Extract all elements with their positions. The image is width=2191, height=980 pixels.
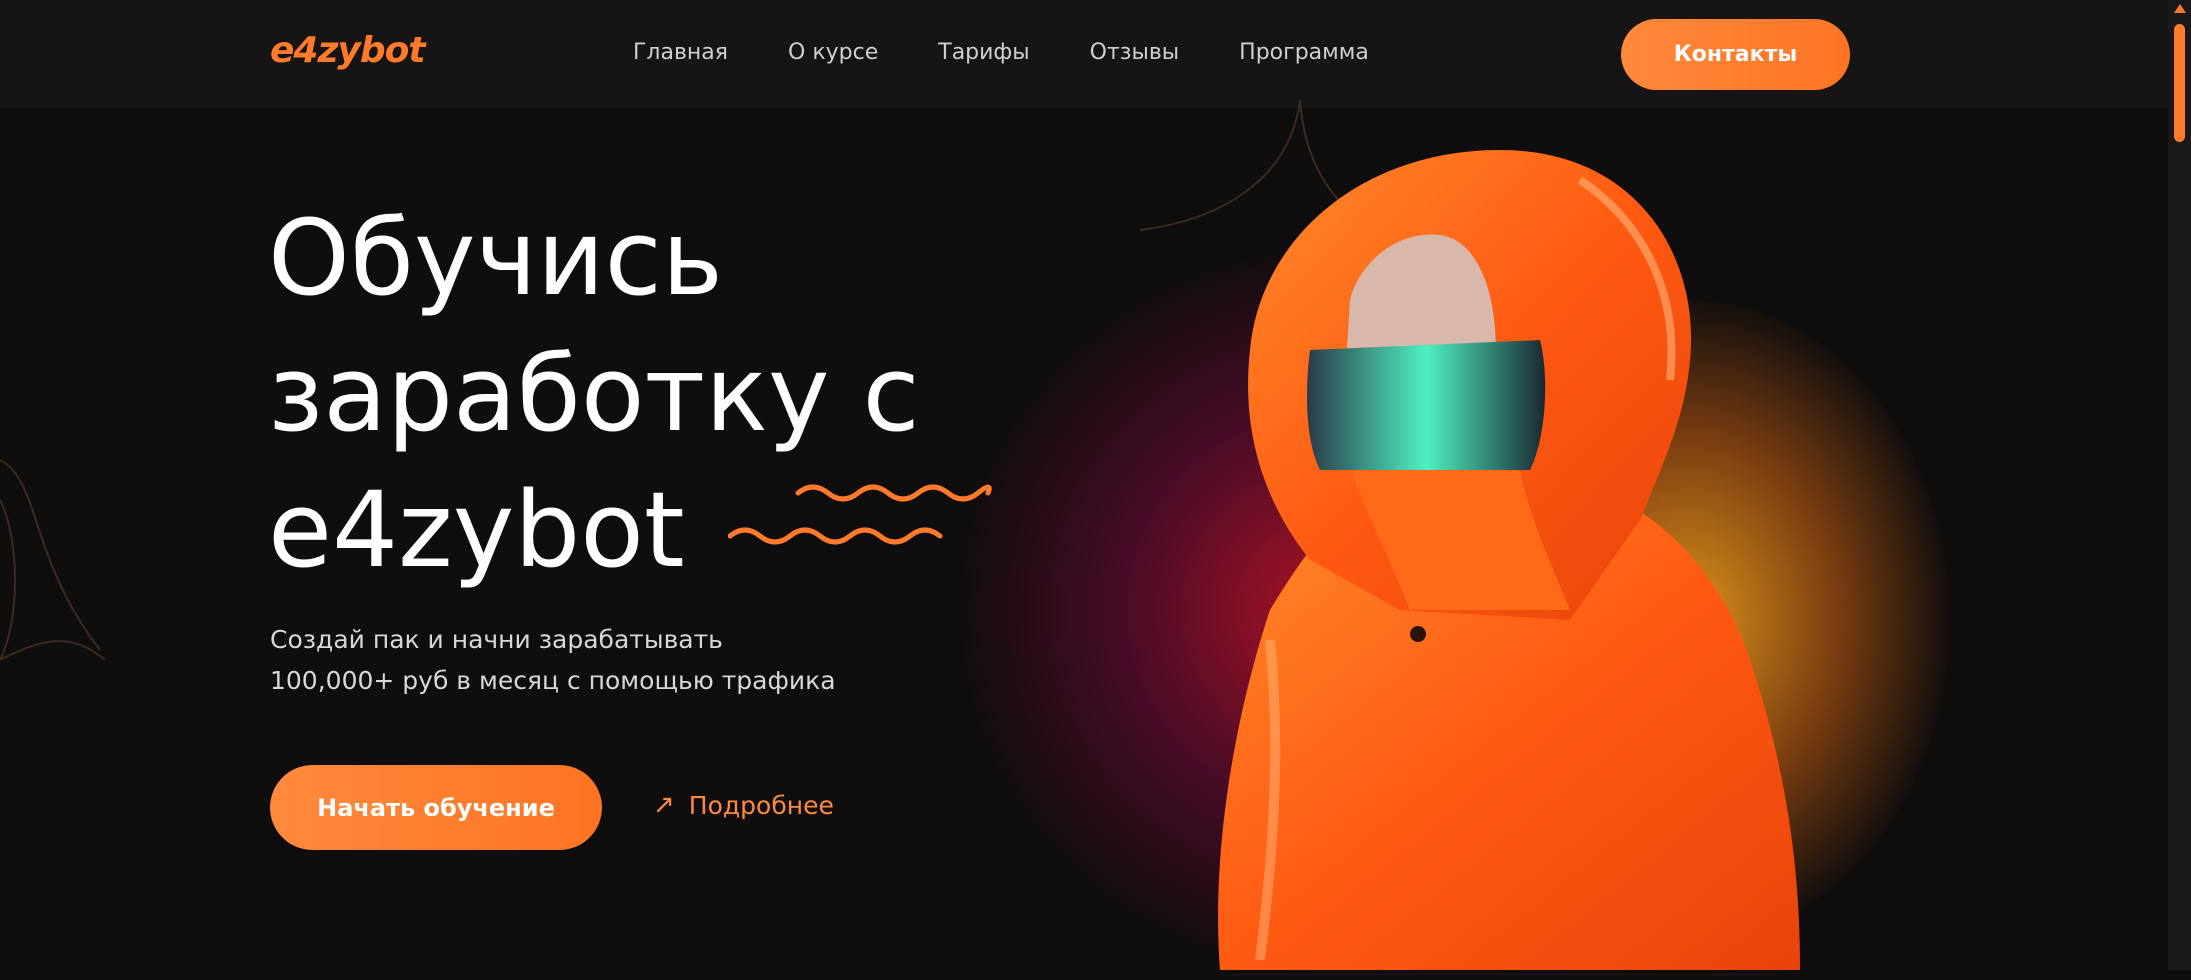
hero-title-line-3: e4zybot [268, 469, 685, 591]
hero-subtitle-line-2: 100,000+ руб в месяц с помощью трафика [270, 666, 836, 695]
hero-subtitle-line-1: Создай пак и начни зарабатывать [270, 625, 723, 654]
nav-link-about[interactable]: О курсе [788, 38, 878, 68]
hero-title: Обучись заработку с e4zybot [268, 190, 1168, 598]
more-link-label: Подробнее [688, 790, 834, 820]
hero-title-line-2: заработку с [268, 333, 920, 455]
arrow-up-right-icon: ↗ [653, 790, 675, 820]
more-link[interactable]: ↗ Подробнее [653, 790, 834, 820]
hero-title-line-1: Обучись [268, 197, 724, 319]
main-nav: Главная О курсе Тарифы Отзывы Программа [633, 38, 1369, 68]
nav-link-program[interactable]: Программа [1239, 38, 1369, 68]
contacts-button[interactable]: Контакты [1621, 19, 1850, 90]
scrollbar[interactable] [2168, 0, 2191, 970]
start-learning-button[interactable]: Начать обучение [270, 765, 602, 850]
decorative-star-lines [0, 459, 106, 661]
scrollbar-thumb[interactable] [2174, 24, 2185, 142]
site-header: e4zybot Главная О курсе Тарифы Отзывы Пр… [0, 0, 2168, 108]
wave-decoration-icon [728, 484, 992, 545]
nav-link-reviews[interactable]: Отзывы [1090, 38, 1180, 68]
nav-link-home[interactable]: Главная [633, 38, 728, 68]
scroll-up-arrow-icon[interactable] [2174, 4, 2186, 13]
logo[interactable]: e4zybot [270, 30, 426, 71]
hero-figure-illustration [1218, 150, 1800, 970]
hero-subtitle: Создай пак и начни зарабатывать 100,000+… [270, 619, 970, 701]
nav-link-pricing[interactable]: Тарифы [938, 38, 1029, 68]
